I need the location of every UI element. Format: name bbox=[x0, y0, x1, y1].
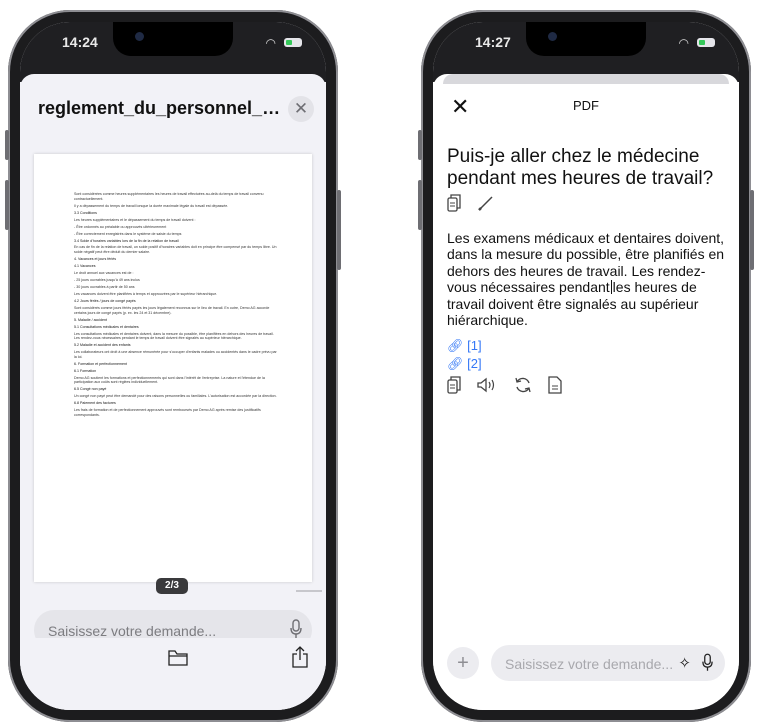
document-text-line: 6. Formation et perfectionnement bbox=[74, 361, 127, 366]
share-icon[interactable] bbox=[292, 646, 308, 668]
document-text-line: Demo AG soutient les formations et perfe… bbox=[74, 375, 265, 385]
notch bbox=[113, 22, 233, 56]
document-text-line: En cas de fin de la relation de travail,… bbox=[74, 245, 277, 255]
document-text-line: Sont considérées comme heures supplément… bbox=[74, 192, 264, 201]
link-icon: 🔗︎ bbox=[447, 338, 464, 353]
volume-up-button bbox=[5, 180, 9, 230]
volume-up-button bbox=[418, 180, 422, 230]
header-title: PDF bbox=[573, 98, 599, 113]
question-actions bbox=[447, 194, 507, 214]
reference-label: [1] bbox=[467, 338, 482, 353]
prompt-input[interactable] bbox=[503, 645, 677, 683]
reference-link-2[interactable]: 🔗︎ [2] bbox=[447, 356, 482, 372]
document-text-line: Les heures supplémentaires et le dépasse… bbox=[74, 217, 196, 222]
document-text-line: 5. Maladie / accident bbox=[74, 317, 107, 322]
microphone-icon[interactable] bbox=[702, 653, 713, 672]
close-button[interactable]: ✕ bbox=[288, 96, 314, 122]
folder-icon[interactable] bbox=[168, 650, 188, 666]
document-text-line: Les consultations médicales et dentaires… bbox=[74, 331, 274, 341]
prompt-field[interactable]: ✧ bbox=[491, 645, 725, 683]
power-button bbox=[337, 190, 341, 270]
document-text-line: 4.2 Jours fériés / jours de congé payés bbox=[74, 298, 136, 303]
phone-right: 14:27 ◠ ✕ PDF Puis-je aller chez le méde… bbox=[418, 10, 754, 722]
document-text-line: Les frais de formation et de perfectionn… bbox=[74, 408, 261, 417]
document-icon[interactable] bbox=[548, 376, 563, 394]
copy-icon[interactable] bbox=[447, 194, 461, 212]
chat-sheet: ✕ PDF Puis-je aller chez le médecine pen… bbox=[433, 74, 739, 710]
power-button bbox=[750, 190, 754, 270]
screen-left: 14:24 ◠ reglement_du_personnel_demo_ag_f… bbox=[20, 22, 326, 710]
document-page[interactable]: Sont considérées comme heures supplément… bbox=[34, 154, 312, 582]
edit-icon[interactable] bbox=[477, 194, 495, 212]
document-text-line: Sont considérés comme jours fériés payés… bbox=[74, 305, 270, 315]
speaker-icon[interactable] bbox=[477, 377, 497, 393]
document-text-line: 5.1 Consultations médicales et dentaires bbox=[74, 324, 139, 329]
status-time: 14:27 bbox=[475, 34, 511, 50]
copy-icon[interactable] bbox=[447, 376, 461, 394]
document-text-line: Les collaborateurs ont droit à une absen… bbox=[74, 350, 277, 359]
document-text-line: Il y a dépassement du temps de travail l… bbox=[74, 203, 229, 208]
document-text-line: 6.5 Congé non payé bbox=[74, 387, 107, 392]
phone-left: 14:24 ◠ reglement_du_personnel_demo_ag_f… bbox=[5, 10, 341, 722]
document-text-line: 3.3 Conditions bbox=[74, 210, 97, 215]
document-text-line: Le droit annuel aux vacances est de : bbox=[74, 271, 134, 276]
link-icon: 🔗︎ bbox=[447, 356, 464, 371]
notch bbox=[526, 22, 646, 56]
answer-actions bbox=[447, 376, 574, 396]
add-button[interactable]: + bbox=[447, 647, 479, 679]
scroll-indicator bbox=[296, 590, 322, 592]
document-sheet: reglement_du_personnel_demo_ag_f... ✕ So… bbox=[20, 74, 326, 710]
assistant-answer: Les examens médicaux et dentaires doiven… bbox=[447, 230, 727, 328]
regenerate-icon[interactable] bbox=[514, 376, 532, 394]
document-text-line: 4. Vacances et jours fériés bbox=[74, 257, 117, 262]
text-cursor bbox=[610, 280, 612, 295]
reference-label: [2] bbox=[467, 356, 482, 371]
document-text-line: 6.1 Formation bbox=[74, 368, 97, 373]
document-text-line: - Être ordonnés au préalable ou approuvé… bbox=[74, 224, 167, 229]
document-text-line: 5.2 Maladie et accident des enfants bbox=[74, 343, 131, 348]
microphone-icon[interactable] bbox=[290, 619, 302, 639]
wifi-icon: ◠ bbox=[265, 36, 276, 50]
document-text-line: Un congé non payé peut être demandé pour… bbox=[74, 394, 277, 399]
document-text-line: 4.1 Vacances bbox=[74, 264, 96, 269]
screen-right: 14:27 ◠ ✕ PDF Puis-je aller chez le méde… bbox=[433, 22, 739, 710]
battery-icon bbox=[697, 38, 715, 47]
mute-switch bbox=[5, 130, 9, 160]
document-text-line: 6.8 Paiement des factures bbox=[74, 401, 116, 406]
reference-link-1[interactable]: 🔗︎ [1] bbox=[447, 338, 482, 354]
document-text-line: - 25 jours ouvrables jusqu'à 49 ans incl… bbox=[74, 278, 140, 283]
status-time: 14:24 bbox=[62, 34, 98, 50]
document-text-line: - Être correctement enregistrés dans le … bbox=[74, 231, 182, 236]
bottom-toolbar bbox=[20, 638, 326, 710]
sparkle-icon[interactable]: ✧ bbox=[678, 654, 691, 672]
mute-switch bbox=[418, 130, 422, 160]
document-text-line: - 30 jours ouvrables à partir de 50 ans bbox=[74, 285, 135, 289]
document-text-line: 3.4 Solde d'horaires variables lors de l… bbox=[74, 238, 179, 243]
wifi-icon: ◠ bbox=[678, 36, 689, 50]
camera-icon bbox=[548, 32, 557, 41]
document-title: reglement_du_personnel_demo_ag_f... bbox=[38, 98, 286, 118]
sheet-handle bbox=[443, 74, 729, 84]
document-text-line: Les vacances doivent être planifiées à t… bbox=[74, 291, 218, 296]
page-indicator: 2/3 bbox=[156, 578, 188, 594]
battery-icon bbox=[284, 38, 302, 47]
camera-icon bbox=[135, 32, 144, 41]
user-question: Puis-je aller chez le médecine pendant m… bbox=[447, 146, 714, 189]
